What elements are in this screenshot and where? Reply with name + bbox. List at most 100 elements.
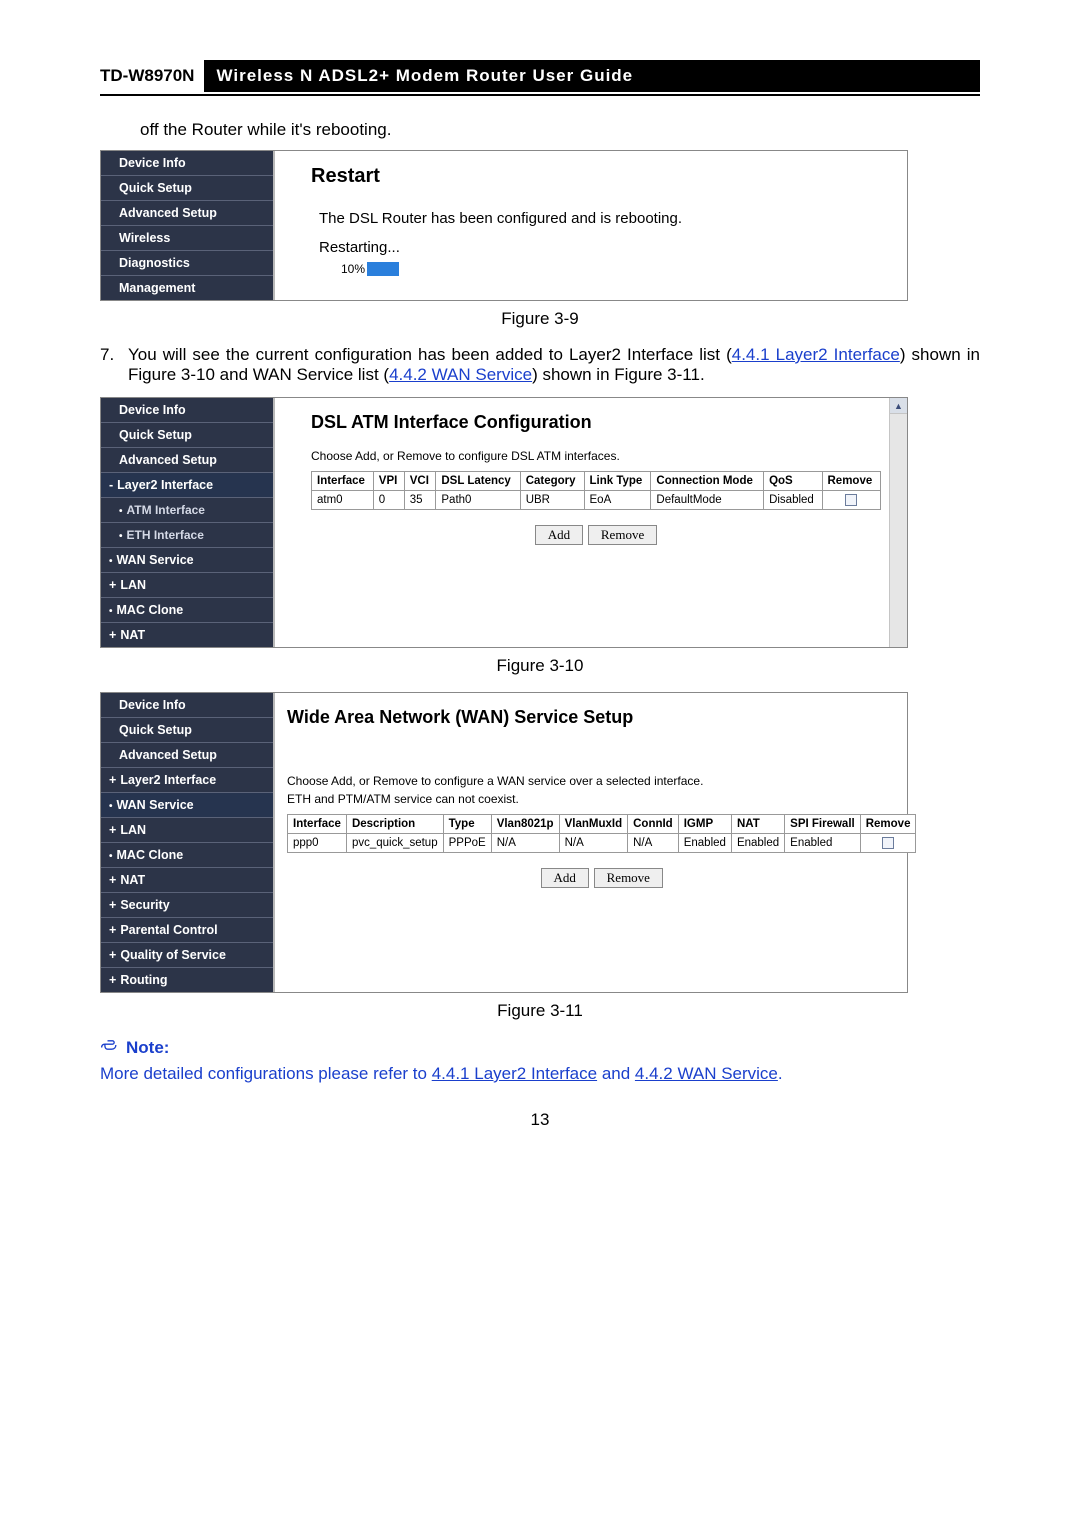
sidebar-item-routing[interactable]: Routing (101, 967, 273, 992)
sidebar-item-lan[interactable]: LAN (101, 817, 273, 842)
wan-service-panel: Wide Area Network (WAN) Service Setup Ch… (273, 693, 924, 992)
remove-checkbox[interactable] (845, 494, 857, 506)
doc-header: TD-W8970N Wireless N ADSL2+ Modem Router… (100, 60, 980, 96)
note-heading: Note: (100, 1037, 980, 1058)
model-number: TD-W8970N (100, 60, 204, 92)
note-body: More detailed configurations please refe… (100, 1064, 980, 1084)
sidebar-item-management[interactable]: Management (101, 275, 273, 300)
table-cell: EoA (584, 491, 651, 510)
figure-3-10: Device InfoQuick SetupAdvanced SetupLaye… (100, 397, 908, 648)
restarting-label: Restarting... (319, 239, 891, 256)
sidebar-item-quick-setup[interactable]: Quick Setup (101, 717, 273, 742)
table-cell: DefaultMode (651, 491, 764, 510)
col-remove: Remove (822, 472, 881, 491)
col-interface: Interface (312, 472, 374, 491)
figure-caption: Figure 3-9 (100, 309, 980, 329)
continuation-text: off the Router while it's rebooting. (140, 120, 980, 140)
sidebar-item-advanced-setup[interactable]: Advanced Setup (101, 200, 273, 225)
table-cell: N/A (491, 834, 559, 853)
remove-cell (822, 491, 881, 510)
guide-title: Wireless N ADSL2+ Modem Router User Guid… (204, 60, 980, 92)
figure-3-9: Device Info Quick Setup Advanced Setup W… (100, 150, 908, 301)
link-wan-service[interactable]: 4.4.2 WAN Service (389, 365, 532, 384)
col-category: Category (520, 472, 584, 491)
col-vpi: VPI (373, 472, 404, 491)
table-cell: Path0 (436, 491, 520, 510)
sidebar-item-mac-clone[interactable]: MAC Clone (101, 597, 273, 622)
progress-row: 10% (341, 262, 891, 276)
sidebar-item-device-info[interactable]: Device Info (101, 693, 273, 717)
restart-heading: Restart (311, 165, 891, 188)
table-cell: UBR (520, 491, 584, 510)
figure-caption: Figure 3-11 (100, 1001, 980, 1021)
col-spi-firewall: SPI Firewall (785, 815, 861, 834)
link-layer2-interface[interactable]: 4.4.1 Layer2 Interface (432, 1064, 597, 1083)
remove-button[interactable]: Remove (588, 525, 657, 545)
table-cell: Enabled (678, 834, 731, 853)
col-qos: QoS (764, 472, 822, 491)
col-igmp: IGMP (678, 815, 731, 834)
sidebar-item-security[interactable]: Security (101, 892, 273, 917)
restart-message: The DSL Router has been configured and i… (319, 210, 891, 227)
col-connection-mode: Connection Mode (651, 472, 764, 491)
sidebar-item-device-info[interactable]: Device Info (101, 151, 273, 175)
table-cell: N/A (628, 834, 679, 853)
table-cell: Enabled (785, 834, 861, 853)
router-sidebar: Device Info Quick Setup Advanced Setup W… (101, 151, 273, 300)
table-cell: pvc_quick_setup (346, 834, 443, 853)
col-description: Description (346, 815, 443, 834)
sidebar-item-mac-clone[interactable]: MAC Clone (101, 842, 273, 867)
dsl-atm-heading: DSL ATM Interface Configuration (311, 412, 881, 433)
sidebar-item-quick-setup[interactable]: Quick Setup (101, 175, 273, 200)
wan-service-description-2: ETH and PTM/ATM service can not coexist. (287, 792, 916, 806)
dsl-atm-description: Choose Add, or Remove to configure DSL A… (311, 449, 881, 463)
col-vlan8021p: Vlan8021p (491, 815, 559, 834)
table-cell: atm0 (312, 491, 374, 510)
scroll-up-arrow[interactable]: ▲ (890, 398, 907, 414)
link-wan-service[interactable]: 4.4.2 WAN Service (635, 1064, 778, 1083)
atm-interface-table: InterfaceVPIVCIDSL LatencyCategoryLink T… (311, 471, 881, 510)
sidebar-item-diagnostics[interactable]: Diagnostics (101, 250, 273, 275)
remove-checkbox[interactable] (882, 837, 894, 849)
col-type: Type (443, 815, 491, 834)
sidebar-item-advanced-setup[interactable]: Advanced Setup (101, 447, 273, 472)
sidebar-item-wan-service[interactable]: WAN Service (101, 547, 273, 572)
sidebar-item-quality-of-service[interactable]: Quality of Service (101, 942, 273, 967)
step-7-paragraph: 7. You will see the current configuratio… (100, 345, 980, 385)
link-layer2-interface[interactable]: 4.4.1 Layer2 Interface (732, 345, 900, 364)
sidebar-item-device-info[interactable]: Device Info (101, 398, 273, 422)
sidebar-item-layer2-interface[interactable]: Layer2 Interface (101, 472, 273, 497)
col-interface: Interface (288, 815, 347, 834)
col-remove: Remove (860, 815, 916, 834)
table-cell: ppp0 (288, 834, 347, 853)
add-button[interactable]: Add (535, 525, 583, 545)
sidebar-item-advanced-setup[interactable]: Advanced Setup (101, 742, 273, 767)
sidebar-item-nat[interactable]: NAT (101, 867, 273, 892)
remove-button[interactable]: Remove (594, 868, 663, 888)
table-cell: Disabled (764, 491, 822, 510)
restart-panel: Restart The DSL Router has been configur… (273, 151, 907, 300)
sidebar-item-atm-interface[interactable]: ATM Interface (101, 497, 273, 522)
col-vci: VCI (404, 472, 436, 491)
sidebar-item-wan-service[interactable]: WAN Service (101, 792, 273, 817)
sidebar-item-lan[interactable]: LAN (101, 572, 273, 597)
table-cell: 35 (404, 491, 436, 510)
router-sidebar: Device InfoQuick SetupAdvanced SetupLaye… (101, 398, 273, 647)
sidebar-item-layer2-interface[interactable]: Layer2 Interface (101, 767, 273, 792)
wan-service-table: InterfaceDescriptionTypeVlan8021pVlanMux… (287, 814, 916, 853)
sidebar-item-parental-control[interactable]: Parental Control (101, 917, 273, 942)
table-cell: 0 (373, 491, 404, 510)
page-number: 13 (100, 1110, 980, 1130)
col-dsl-latency: DSL Latency (436, 472, 520, 491)
sidebar-item-nat[interactable]: NAT (101, 622, 273, 647)
table-cell: N/A (559, 834, 628, 853)
col-vlanmuxid: VlanMuxId (559, 815, 628, 834)
scrollbar[interactable]: ▲ (889, 398, 907, 647)
col-nat: NAT (731, 815, 784, 834)
sidebar-item-wireless[interactable]: Wireless (101, 225, 273, 250)
col-link-type: Link Type (584, 472, 651, 491)
sidebar-item-eth-interface[interactable]: ETH Interface (101, 522, 273, 547)
sidebar-item-quick-setup[interactable]: Quick Setup (101, 422, 273, 447)
add-button[interactable]: Add (541, 868, 589, 888)
progress-percent: 10% (341, 262, 365, 276)
